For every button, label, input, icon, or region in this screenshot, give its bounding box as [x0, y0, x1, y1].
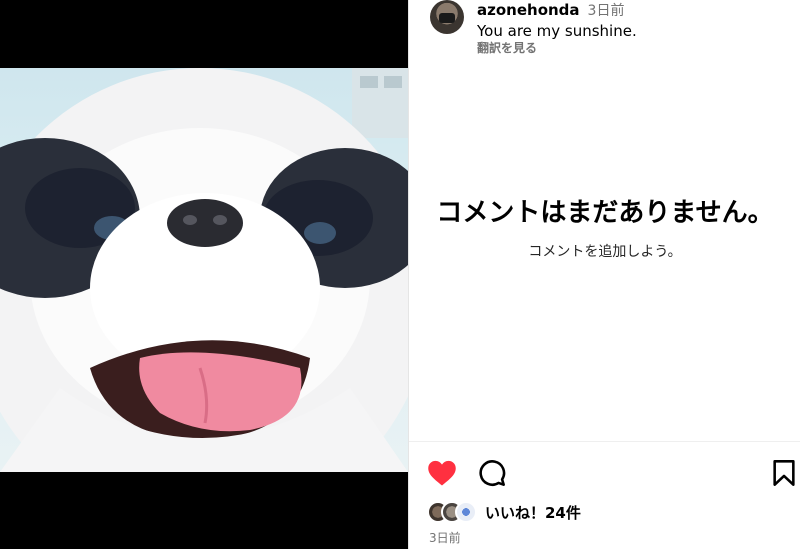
caption-text: You are my sunshine. [477, 22, 637, 40]
empty-comments-subtitle: コメントを追加しよう。 [528, 244, 682, 260]
likes-count[interactable]: いいね！24件 [485, 502, 581, 523]
username-link[interactable]: azonehonda [477, 1, 580, 19]
caption-block: azonehonda 3日前 You are my sunshine. 翻訳を見る [427, 0, 797, 62]
post-time[interactable]: 3日前 [588, 3, 625, 19]
likes-summary[interactable]: いいね！24件 [427, 498, 581, 526]
dog-photo [0, 68, 408, 472]
translate-link[interactable]: 翻訳を見る [477, 41, 537, 55]
comments-empty-state: コメントはまだありません。 コメントを追加しよう。 [409, 195, 800, 261]
media-pane [0, 0, 408, 549]
post-photo[interactable] [0, 68, 408, 472]
user-avatar[interactable] [430, 0, 464, 34]
empty-comments-title: コメントはまだありません。 [436, 198, 774, 228]
comment-bubble-icon [479, 460, 506, 486]
action-bar: いいね！24件 3日前 [409, 441, 800, 549]
save-button[interactable] [769, 458, 799, 488]
liker-avatar [455, 501, 477, 523]
caption-header: azonehonda 3日前 [477, 1, 624, 20]
comment-button[interactable] [477, 458, 507, 488]
post-date[interactable]: 3日前 [429, 529, 461, 546]
heart-icon [428, 460, 456, 486]
like-button[interactable] [427, 458, 457, 488]
post-side-panel: azonehonda 3日前 You are my sunshine. 翻訳を見る… [408, 0, 800, 549]
bookmark-icon [773, 460, 795, 486]
